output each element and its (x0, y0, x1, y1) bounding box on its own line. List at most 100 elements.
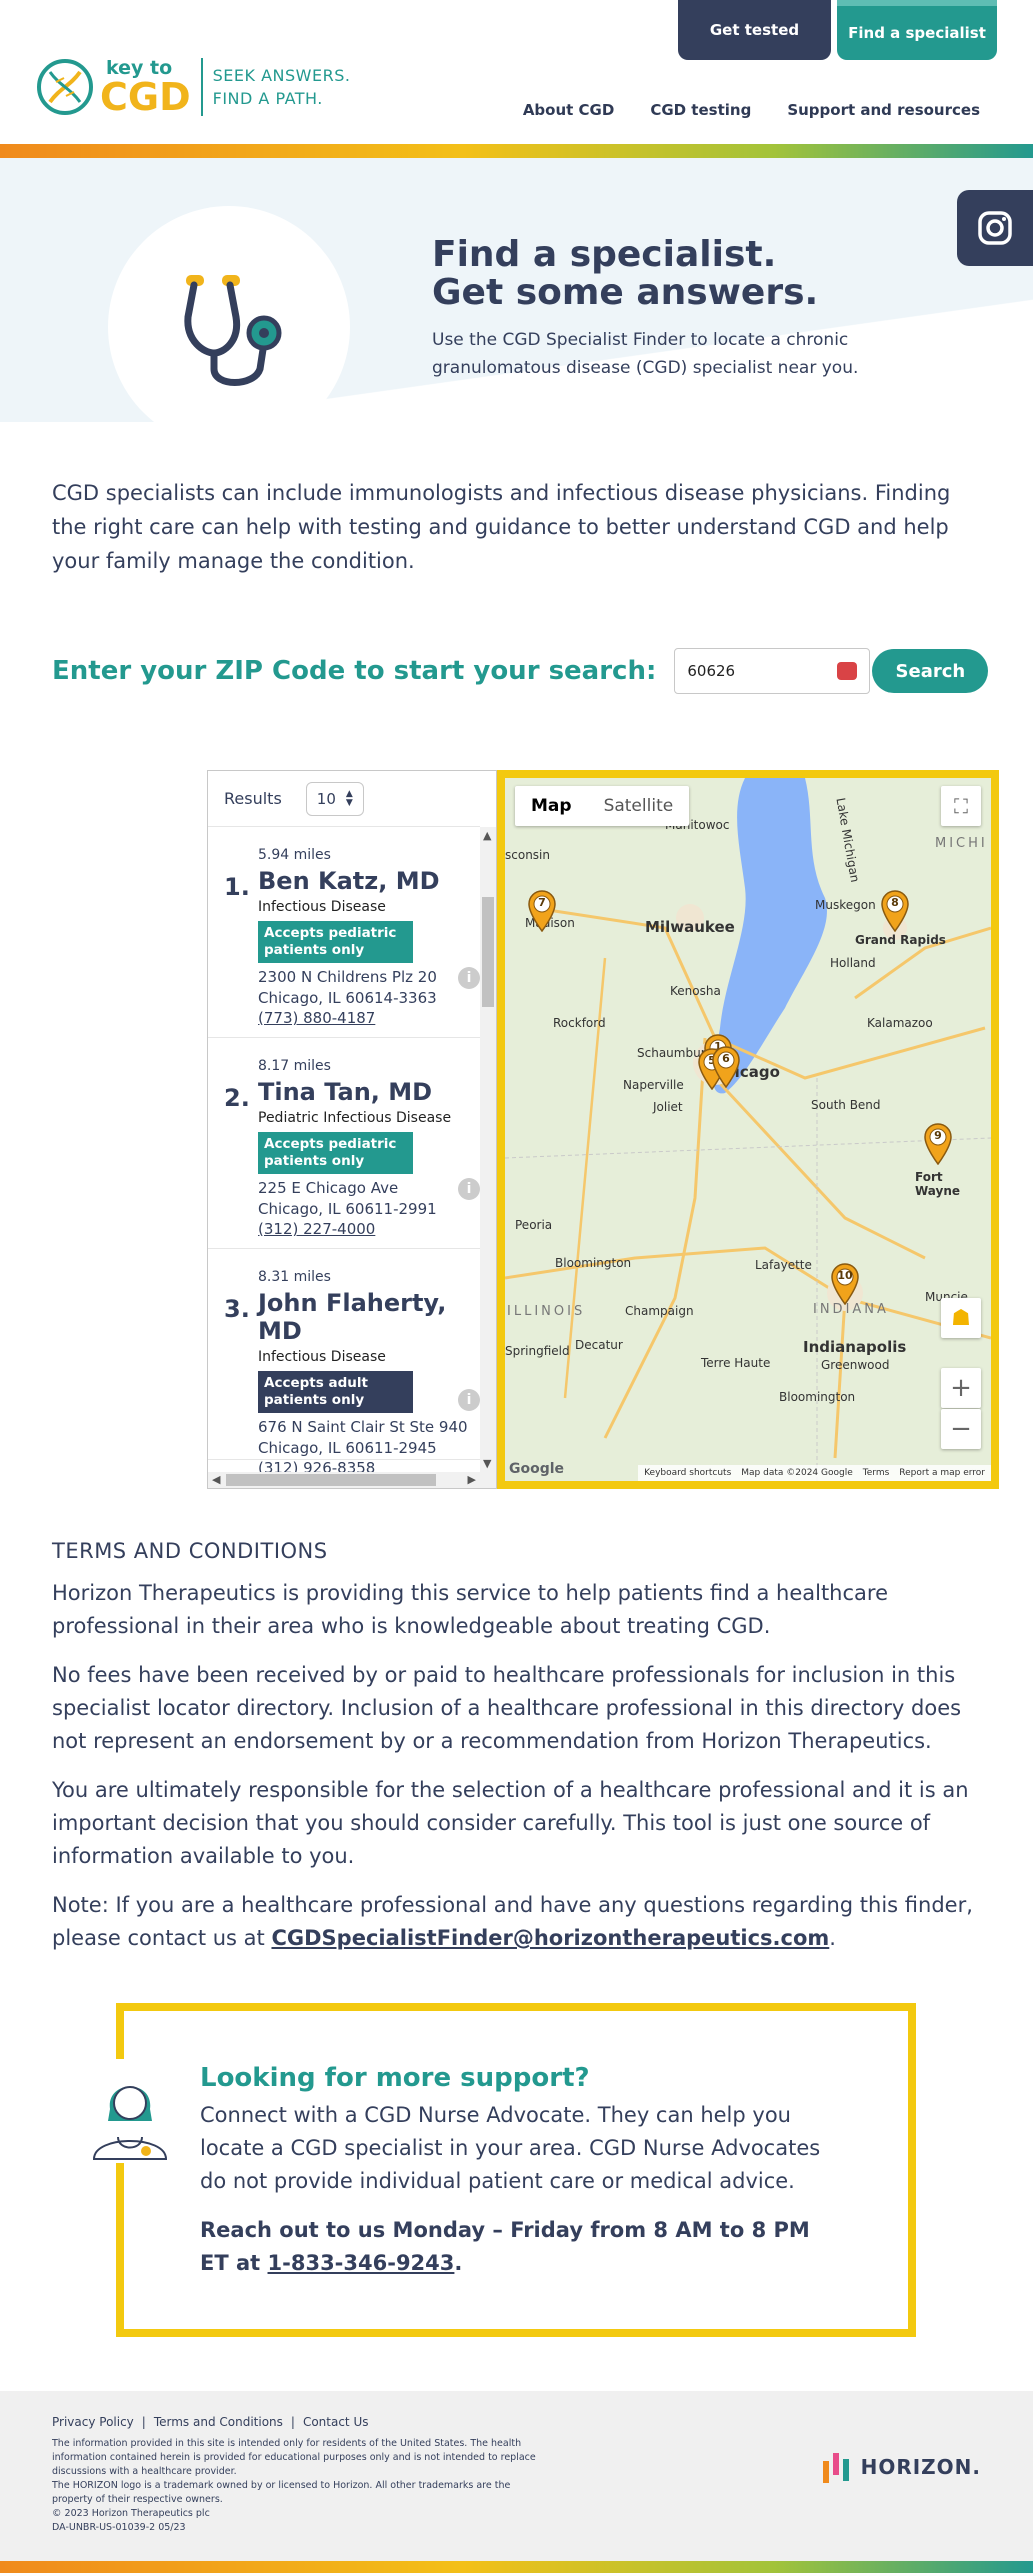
map-label-wisconsin: sconsin (505, 848, 550, 862)
map-report-error[interactable]: Report a map error (899, 1468, 985, 1478)
info-icon[interactable]: i (458, 967, 480, 989)
terms-paragraph-3: You are ultimately responsible for the s… (52, 1778, 969, 1868)
result-item[interactable]: 2. 8.17 miles Tina Tan, MD Pediatric Inf… (208, 1038, 480, 1249)
instagram-button[interactable] (957, 190, 1033, 266)
nurse-icon (80, 2059, 180, 2163)
find-specialist-button[interactable]: Find a specialist (837, 0, 997, 60)
terms-section: TERMS AND CONDITIONS Horizon Therapeutic… (0, 1489, 1033, 1955)
site-logo[interactable]: key to CGD SEEK ANSWERS. FIND A PATH. (36, 58, 350, 116)
zip-input-value: 60626 (687, 662, 736, 680)
map-canvas[interactable] (505, 778, 991, 1481)
result-badge: Accepts pediatric patients only (258, 921, 413, 963)
result-distance: 8.17 miles (258, 1058, 331, 1074)
hero-text: Find a specialist. Get some answers. Use… (432, 236, 872, 382)
horizontal-scroll-thumb[interactable] (226, 1474, 436, 1486)
footer-link-privacy[interactable]: Privacy Policy (52, 2415, 134, 2429)
map-label-kenosha: Kenosha (670, 984, 721, 998)
result-phone[interactable]: (773) 880-4187 (258, 1009, 480, 1028)
select-arrows-icon: ▲ ▼ (345, 788, 353, 808)
map-footer: Keyboard shortcuts Map data ©2024 Google… (638, 1465, 991, 1481)
footer-line-4: DA-UNBR-US-01039-2 05/23 (52, 2522, 186, 2533)
map-pin-marker[interactable]: 6 (711, 1046, 741, 1089)
search-button[interactable]: Search (872, 649, 989, 693)
zip-search-label: Enter your ZIP Code to start your search… (52, 656, 657, 686)
result-item[interactable]: 1. 5.94 miles Ben Katz, MD Infectious Di… (208, 827, 480, 1038)
scroll-left-icon[interactable]: ◀ (212, 1473, 220, 1486)
map-tab-map[interactable]: Map (515, 786, 588, 826)
footer-line-2: The HORIZON logo is a trademark owned by… (52, 2480, 511, 2505)
map-pin-marker[interactable]: 7 (527, 890, 557, 933)
support-title: Looking for more support? (200, 2063, 590, 2093)
tagline-line-2: FIND A PATH. (212, 89, 323, 108)
map-label-grand-rapids: Grand Rapids (855, 933, 946, 947)
map-keyboard-shortcuts[interactable]: Keyboard shortcuts (644, 1468, 731, 1478)
nav-support-resources[interactable]: Support and resources (787, 101, 980, 119)
horizon-logo[interactable]: HORIZON. (821, 2447, 981, 2487)
map-label-lafayette: Lafayette (755, 1258, 812, 1272)
result-item[interactable]: 3. 8.31 miles John Flaherty, MD Infectio… (208, 1249, 480, 1472)
result-specialty: Pediatric Infectious Disease (258, 1110, 452, 1126)
results-vertical-scrollbar[interactable]: ▲ ▼ (480, 827, 496, 1472)
terms-paragraph-4: Note: If you are a healthcare profession… (52, 1889, 981, 1955)
contact-email-link[interactable]: CGDSpecialistFinder@horizontherapeutics.… (271, 1926, 829, 1950)
map-pin-number: 7 (538, 896, 546, 909)
map-pin-number: 8 (891, 896, 899, 909)
google-logo: Google (509, 1461, 565, 1477)
support-phone-link[interactable]: 1-833-346-9243 (268, 2251, 455, 2275)
result-badge: Accepts adult patients only (258, 1371, 413, 1413)
vertical-scroll-thumb[interactable] (482, 897, 494, 1007)
map-pin-marker[interactable]: 10 (830, 1263, 860, 1306)
map-view[interactable]: Milwaukee Madison Manitowoc sconsin Keno… (497, 770, 999, 1489)
map-data-attribution: Map data ©2024 Google (741, 1468, 853, 1478)
zip-search: Enter your ZIP Code to start your search… (0, 578, 1033, 694)
zoom-in-icon[interactable]: + (941, 1368, 981, 1408)
pegman-icon[interactable]: ☗ (941, 1298, 981, 1338)
result-phone[interactable]: (312) 926-8358 (258, 1459, 480, 1472)
support-text: Connect with a CGD Nurse Advocate. They … (200, 2103, 821, 2193)
map-label-decatur: Decatur (575, 1338, 623, 1352)
results-horizontal-scrollbar[interactable]: ◀ ▶ (208, 1472, 496, 1488)
results-count-value: 10 (316, 789, 336, 808)
footer-link-terms[interactable]: Terms and Conditions (154, 2415, 283, 2429)
zip-input[interactable]: 60626 (674, 648, 871, 694)
support-box: Looking for more support? Connect with a… (80, 2003, 916, 2337)
results-label: Results (224, 789, 282, 808)
map-tab-satellite[interactable]: Satellite (588, 786, 690, 826)
info-icon[interactable]: i (458, 1389, 480, 1411)
map-label-holland: Holland (830, 956, 876, 970)
nav-about-cgd[interactable]: About CGD (523, 101, 615, 119)
scroll-right-icon[interactable]: ▶ (468, 1473, 476, 1486)
results-panel: Results 10 ▲ ▼ 1. 5.94 miles Ben Katz, MD… (207, 770, 497, 1489)
get-tested-button[interactable]: Get tested (678, 0, 831, 60)
nav-cgd-testing[interactable]: CGD testing (650, 101, 751, 119)
map-label-terre-haute: Terre Haute (701, 1356, 771, 1370)
map-pin-marker[interactable]: 9 (923, 1123, 953, 1166)
intro-paragraph: CGD specialists can include immunologist… (52, 481, 951, 573)
result-name: John Flaherty, MD (258, 1289, 447, 1345)
map-label-bloomington-in: Bloomington (779, 1390, 856, 1404)
logo-divider (200, 58, 203, 116)
hero-title-line-2: Get some answers. (432, 272, 819, 313)
autofill-icon[interactable] (837, 662, 858, 680)
footer-separator: | (141, 2415, 146, 2429)
horizon-mark-icon (822, 2453, 849, 2483)
scroll-down-icon[interactable]: ▼ (483, 1457, 491, 1470)
footer-line-3: © 2023 Horizon Therapeutics plc (52, 2508, 210, 2519)
footer-line-1: The information provided in this site is… (52, 2438, 536, 2477)
instagram-icon (978, 211, 1012, 245)
result-address-1: 676 N Saint Clair St Ste 940 (258, 1418, 468, 1436)
footer-link-contact[interactable]: Contact Us (303, 2415, 369, 2429)
result-phone[interactable]: (312) 227-4000 (258, 1220, 480, 1239)
zoom-out-icon[interactable]: − (941, 1409, 981, 1449)
result-address-2: Chicago, IL 60611-2991 (258, 1200, 437, 1218)
fullscreen-icon[interactable]: ⛶ (941, 786, 981, 826)
map-terms[interactable]: Terms (863, 1468, 890, 1478)
results-count-select[interactable]: 10 ▲ ▼ (305, 781, 364, 816)
hero-title-line-1: Find a specialist. (432, 234, 777, 275)
result-distance: 8.31 miles (258, 1269, 331, 1285)
info-icon[interactable]: i (458, 1178, 480, 1200)
map-pin-marker[interactable]: 8 (880, 890, 910, 933)
map-label-springfield: Springfield (505, 1344, 570, 1358)
scroll-up-icon[interactable]: ▲ (483, 829, 491, 842)
footer-gradient-bar (0, 2561, 1033, 2573)
